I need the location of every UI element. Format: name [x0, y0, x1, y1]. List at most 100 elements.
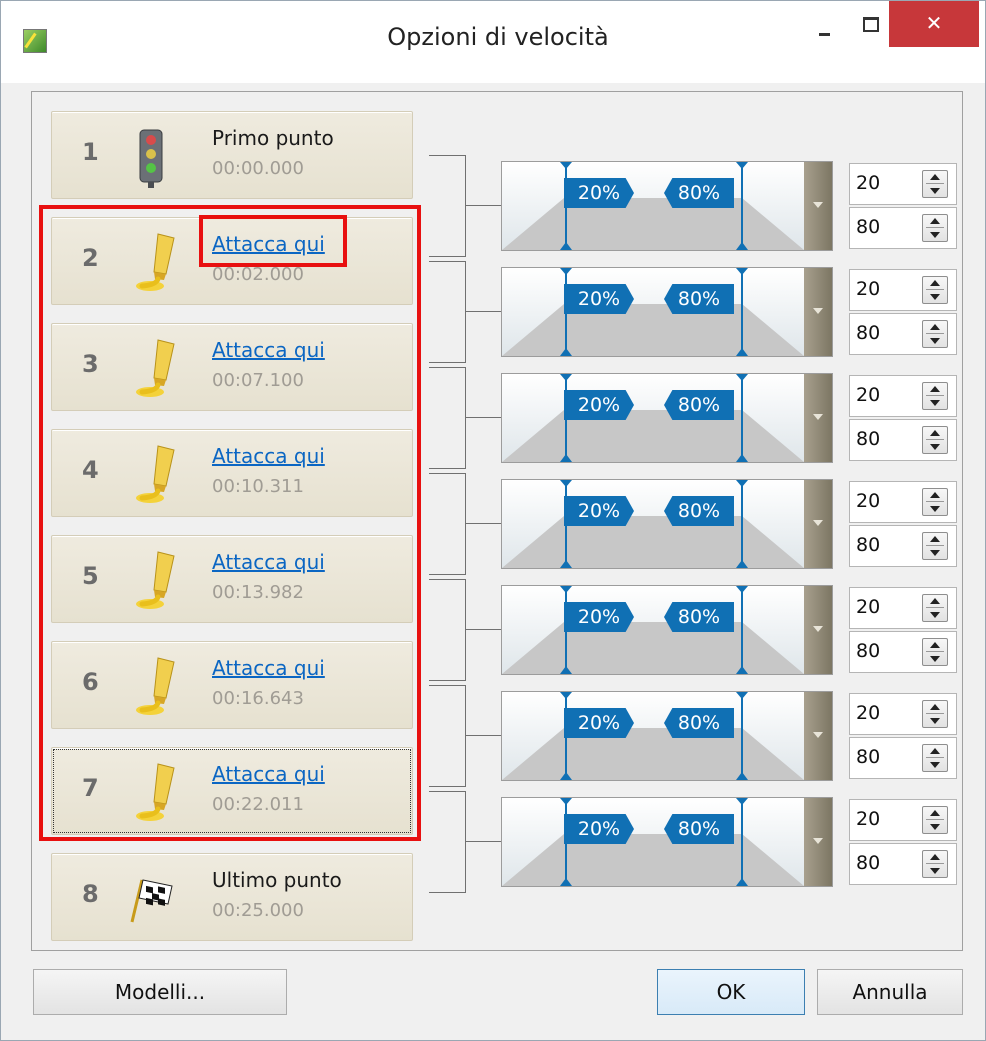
ease-out-tag[interactable]: 80% — [664, 814, 734, 844]
arrow-down-icon[interactable] — [930, 718, 940, 724]
speed-curve-graph[interactable]: 20% 80% — [501, 267, 833, 357]
arrow-down-icon[interactable] — [930, 294, 940, 300]
curve-dropdown-button[interactable] — [804, 586, 832, 674]
ease-in-spinner[interactable]: 20 — [849, 587, 957, 629]
arrow-up-icon[interactable] — [930, 492, 940, 498]
ease-in-tag[interactable]: 20% — [564, 390, 634, 420]
spinner-arrows[interactable] — [922, 850, 948, 878]
arrow-down-icon[interactable] — [930, 444, 940, 450]
models-button[interactable]: Modelli... — [33, 969, 287, 1015]
ease-in-spinner[interactable]: 20 — [849, 375, 957, 417]
ease-out-tag[interactable]: 80% — [664, 708, 734, 738]
speed-curve-graph[interactable]: 20% 80% — [501, 161, 833, 251]
arrow-down-icon[interactable] — [930, 762, 940, 768]
ease-out-spinner[interactable]: 80 — [849, 525, 957, 567]
ease-in-spinner[interactable]: 20 — [849, 269, 957, 311]
spinner-arrows[interactable] — [922, 700, 948, 728]
ease-out-tag[interactable]: 80% — [664, 178, 734, 208]
ease-in-tag[interactable]: 20% — [564, 814, 634, 844]
curve-dropdown-button[interactable] — [804, 374, 832, 462]
arrow-down-icon[interactable] — [930, 550, 940, 556]
minimize-button[interactable] — [801, 7, 847, 47]
arrow-down-icon[interactable] — [930, 400, 940, 406]
spinner-arrows[interactable] — [922, 214, 948, 242]
spinner-value[interactable]: 20 — [856, 808, 880, 830]
spinner-arrows[interactable] — [922, 426, 948, 454]
arrow-down-icon[interactable] — [930, 506, 940, 512]
spinner-arrows[interactable] — [922, 638, 948, 666]
arrow-up-icon[interactable] — [930, 280, 940, 286]
spinner-arrows[interactable] — [922, 532, 948, 560]
speed-curve-graph[interactable]: 20% 80% — [501, 691, 833, 781]
spinner-arrows[interactable] — [922, 320, 948, 348]
ease-in-tag[interactable]: 20% — [564, 708, 634, 738]
arrow-up-icon[interactable] — [930, 642, 940, 648]
speed-point-1[interactable]: 1 Primo punto 00:00.000 — [51, 111, 413, 199]
arrow-down-icon[interactable] — [930, 656, 940, 662]
ease-out-tag[interactable]: 80% — [664, 602, 734, 632]
arrow-up-icon[interactable] — [930, 748, 940, 754]
spinner-arrows[interactable] — [922, 276, 948, 304]
curve-dropdown-button[interactable] — [804, 692, 832, 780]
maximize-button[interactable] — [847, 7, 893, 47]
arrow-down-icon[interactable] — [930, 232, 940, 238]
spinner-arrows[interactable] — [922, 594, 948, 622]
ease-in-tag[interactable]: 20% — [564, 284, 634, 314]
speed-curve-graph[interactable]: 20% 80% — [501, 797, 833, 887]
arrow-down-icon[interactable] — [930, 824, 940, 830]
ease-out-tag[interactable]: 80% — [664, 390, 734, 420]
spinner-arrows[interactable] — [922, 170, 948, 198]
arrow-up-icon[interactable] — [930, 386, 940, 392]
speed-point-8[interactable]: 8 Ultimo punto 00:25.000 — [51, 853, 413, 941]
ok-button[interactable]: OK — [657, 969, 805, 1015]
ease-in-spinner[interactable]: 20 — [849, 799, 957, 841]
spinner-value[interactable]: 80 — [856, 746, 880, 768]
spinner-value[interactable]: 80 — [856, 640, 880, 662]
ease-in-tag[interactable]: 20% — [564, 602, 634, 632]
spinner-value[interactable]: 80 — [856, 534, 880, 556]
arrow-down-icon[interactable] — [930, 868, 940, 874]
spinner-value[interactable]: 20 — [856, 278, 880, 300]
ease-in-tag[interactable]: 20% — [564, 496, 634, 526]
arrow-up-icon[interactable] — [930, 598, 940, 604]
ease-out-spinner[interactable]: 80 — [849, 843, 957, 885]
spinner-value[interactable]: 80 — [856, 428, 880, 450]
curve-dropdown-button[interactable] — [804, 162, 832, 250]
arrow-down-icon[interactable] — [930, 188, 940, 194]
curve-dropdown-button[interactable] — [804, 268, 832, 356]
arrow-up-icon[interactable] — [930, 536, 940, 542]
spinner-value[interactable]: 20 — [856, 596, 880, 618]
ease-out-spinner[interactable]: 80 — [849, 737, 957, 779]
arrow-down-icon[interactable] — [930, 338, 940, 344]
arrow-up-icon[interactable] — [930, 174, 940, 180]
arrow-down-icon[interactable] — [930, 612, 940, 618]
arrow-up-icon[interactable] — [930, 854, 940, 860]
spinner-arrows[interactable] — [922, 488, 948, 516]
ease-out-tag[interactable]: 80% — [664, 284, 734, 314]
spinner-value[interactable]: 20 — [856, 490, 880, 512]
spinner-value[interactable]: 80 — [856, 216, 880, 238]
speed-curve-graph[interactable]: 20% 80% — [501, 373, 833, 463]
ease-in-spinner[interactable]: 20 — [849, 481, 957, 523]
arrow-up-icon[interactable] — [930, 810, 940, 816]
curve-dropdown-button[interactable] — [804, 798, 832, 886]
spinner-value[interactable]: 80 — [856, 322, 880, 344]
spinner-value[interactable]: 80 — [856, 852, 880, 874]
ease-in-spinner[interactable]: 20 — [849, 163, 957, 205]
ease-out-tag[interactable]: 80% — [664, 496, 734, 526]
speed-curve-graph[interactable]: 20% 80% — [501, 585, 833, 675]
ease-in-spinner[interactable]: 20 — [849, 693, 957, 735]
ease-out-spinner[interactable]: 80 — [849, 631, 957, 673]
ease-out-spinner[interactable]: 80 — [849, 207, 957, 249]
ease-out-spinner[interactable]: 80 — [849, 419, 957, 461]
cancel-button[interactable]: Annulla — [817, 969, 963, 1015]
close-button[interactable]: ✕ — [889, 1, 979, 47]
spinner-arrows[interactable] — [922, 744, 948, 772]
speed-curve-graph[interactable]: 20% 80% — [501, 479, 833, 569]
arrow-up-icon[interactable] — [930, 430, 940, 436]
arrow-up-icon[interactable] — [930, 324, 940, 330]
ease-out-spinner[interactable]: 80 — [849, 313, 957, 355]
ease-in-tag[interactable]: 20% — [564, 178, 634, 208]
spinner-value[interactable]: 20 — [856, 384, 880, 406]
arrow-up-icon[interactable] — [930, 218, 940, 224]
